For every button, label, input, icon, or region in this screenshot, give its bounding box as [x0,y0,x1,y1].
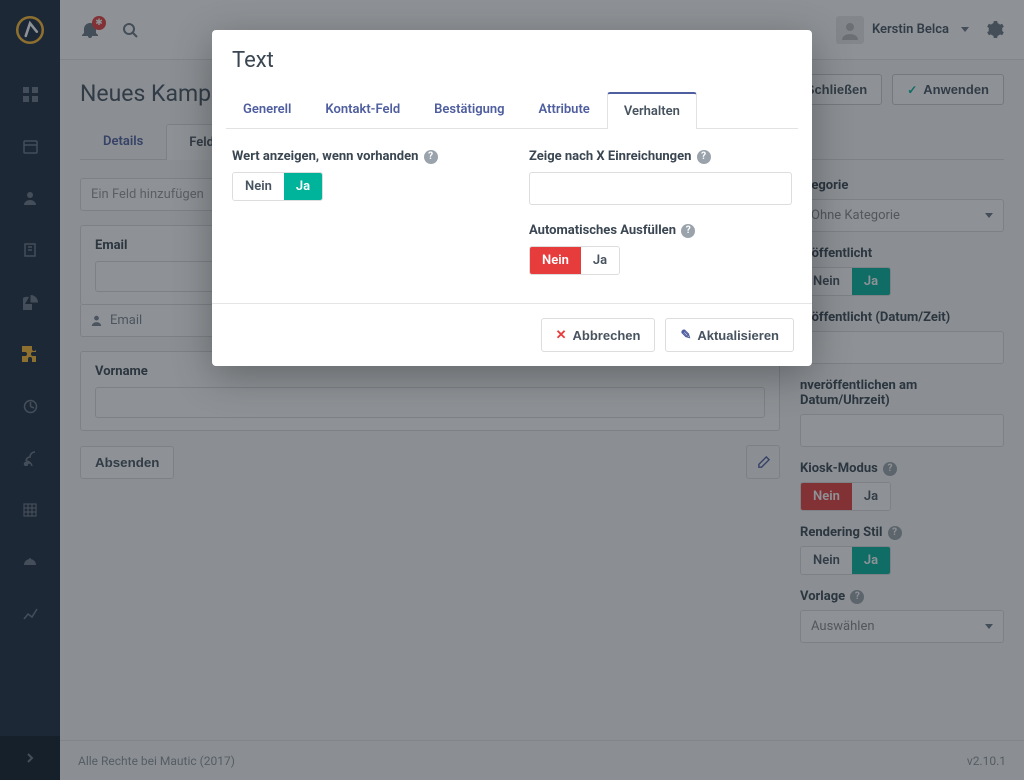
close-icon: ✕ [556,327,567,343]
modal-tab-attribute[interactable]: Attribute [522,91,607,128]
modal-tab-kontakt[interactable]: Kontakt-Feld [308,91,417,128]
modal-tab-verhalten[interactable]: Verhalten [607,92,697,129]
modal-tabs: Generell Kontakt-Feld Bestätigung Attrib… [226,91,798,129]
modal-tab-bestaetigung[interactable]: Bestätigung [417,91,521,128]
help-icon[interactable]: ? [681,224,695,238]
auto-label: Automatisches Ausfüllen ? [529,223,792,238]
modal: Text Generell Kontakt-Feld Bestätigung A… [212,30,812,366]
help-icon[interactable]: ? [424,150,438,164]
modal-title: Text [232,48,792,73]
pencil-icon: ✎ [680,327,691,343]
modal-overlay[interactable]: Text Generell Kontakt-Feld Bestätigung A… [0,0,1024,780]
auto-toggle[interactable]: NeinJa [529,246,620,275]
zeige-label: Zeige nach X Einreichungen ? [529,149,792,164]
modal-tab-generell[interactable]: Generell [226,91,308,128]
update-button[interactable]: ✎Aktualisieren [665,318,794,352]
help-icon[interactable]: ? [697,150,711,164]
zeige-input[interactable] [529,172,792,205]
cancel-button[interactable]: ✕Abbrechen [541,318,656,352]
wert-label: Wert anzeigen, wenn vorhanden ? [232,149,495,164]
wert-toggle[interactable]: NeinJa [232,172,323,201]
